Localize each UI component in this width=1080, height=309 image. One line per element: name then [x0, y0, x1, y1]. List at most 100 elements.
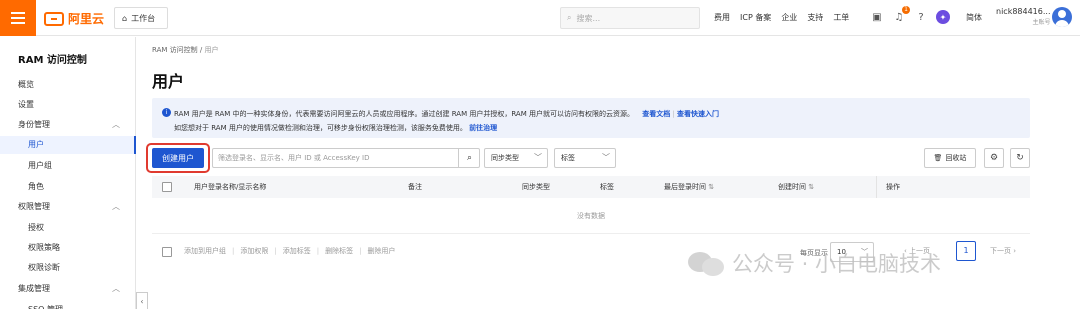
breadcrumb-users: 用户: [204, 46, 219, 54]
sync-type-label: 同步类型: [491, 154, 519, 162]
sidebar-group-integration[interactable]: 集成管理 ︿: [18, 280, 136, 298]
divider: |: [359, 247, 362, 255]
sort-icon: ⇅: [708, 183, 715, 191]
column-login-name: 用户登录名称/显示名称: [194, 183, 267, 191]
chevron-up-icon: ︿: [112, 120, 120, 129]
workbench-button[interactable]: ⌂ 工作台: [114, 7, 168, 29]
nav-billing[interactable]: 费用: [714, 12, 730, 23]
tag-select[interactable]: 标签 ﹀: [554, 148, 616, 168]
next-page-label: 下一页: [990, 247, 1011, 255]
search-placeholder: 搜索...: [576, 13, 601, 23]
delete-user-button[interactable]: 删除用户: [367, 246, 395, 256]
top-bar: 阿里云 ⌂ 工作台 ⌕ 搜索... 费用 ICP 备案 企业 支持 工单 ▣ ♫…: [0, 0, 1080, 36]
filter-input[interactable]: 筛选登录名、显示名、用户 ID 或 AccessKey ID: [212, 148, 480, 168]
table-header: 用户登录名称/显示名称 备注 同步类型 标签 最后登录时间 ⇅ 创建时间 ⇅ 操…: [152, 176, 1030, 198]
notice-line-1: RAM 用户是 RAM 中的一种实体身份，代表需要访问阿里云的人员或应用程序。通…: [174, 109, 719, 119]
aliyun-logo-mark: [44, 11, 64, 26]
chevron-down-icon: ﹀: [534, 153, 542, 162]
assistant-icon[interactable]: ✦: [936, 10, 950, 24]
bulk-select-checkbox[interactable]: [162, 247, 172, 257]
sidebar-collapse-button[interactable]: ‹: [136, 292, 148, 309]
column-last-login[interactable]: 最后登录时间 ⇅: [664, 182, 714, 192]
chevron-up-icon: ︿: [112, 202, 120, 211]
user-name: nick884416...: [996, 7, 1051, 16]
divider: |: [316, 247, 320, 255]
sidebar-title: RAM 访问控制: [18, 55, 87, 66]
help-icon[interactable]: ?: [914, 10, 928, 24]
sidebar-item-grants[interactable]: 授权: [0, 219, 118, 237]
watermark-text: 公众号 · 小白电脑技术: [732, 252, 942, 276]
menu-icon[interactable]: [0, 0, 36, 36]
user-account[interactable]: nick884416... 主账号: [996, 6, 1051, 28]
nav-icp[interactable]: ICP 备案: [740, 12, 771, 23]
sidebar-item-policies[interactable]: 权限策略: [0, 239, 118, 257]
language-switch[interactable]: 简体: [966, 12, 982, 23]
next-page-button[interactable]: 下一页 ›: [990, 246, 1016, 256]
select-all-checkbox[interactable]: [162, 182, 172, 192]
chevron-down-icon: ﹀: [602, 153, 610, 162]
breadcrumb-ram[interactable]: RAM 访问控制: [152, 46, 198, 54]
bell-icon[interactable]: ♫ 1: [892, 6, 910, 24]
sidebar-item-roles[interactable]: 角色: [0, 178, 118, 196]
column-created-label: 创建时间: [778, 183, 806, 191]
settings-icon[interactable]: ⚙: [984, 148, 1004, 168]
column-actions: 操作: [886, 183, 900, 191]
aliyun-logo[interactable]: 阿里云: [44, 10, 104, 27]
info-icon: i: [162, 108, 171, 117]
avatar[interactable]: [1052, 7, 1072, 27]
sidebar-group-identity[interactable]: 身份管理 ︿: [18, 116, 136, 134]
governance-link[interactable]: 前往治理: [469, 124, 497, 132]
quickstart-link[interactable]: 查看快速入门: [677, 110, 719, 118]
divider: |: [274, 247, 277, 255]
page-number[interactable]: 1: [956, 241, 976, 261]
sidebar-group-label: 集成管理: [18, 284, 50, 293]
notice-text-1: RAM 用户是 RAM 中的一种实体身份，代表需要访问阿里云的人员或应用程序。通…: [174, 110, 634, 118]
column-created[interactable]: 创建时间 ⇅: [778, 182, 814, 192]
sidebar-item-diagnosis[interactable]: 权限诊断: [0, 259, 118, 277]
view-docs-link[interactable]: 查看文档: [642, 110, 670, 118]
sidebar-item-settings[interactable]: 设置: [18, 96, 136, 114]
tag-label: 标签: [561, 154, 575, 162]
nav-enterprise[interactable]: 企业: [781, 12, 797, 23]
sidebar-group-permissions[interactable]: 权限管理 ︿: [18, 198, 136, 216]
search-icon: ⌕: [567, 13, 572, 22]
info-notice: i RAM 用户是 RAM 中的一种实体身份，代表需要访问阿里云的人员或应用程序…: [152, 98, 1030, 138]
top-icons: ▣ ♫ 1 ? ✦: [870, 6, 950, 24]
sidebar: RAM 访问控制 概览 设置 身份管理 ︿ 用户 用户组 角色 权限管理 ︿ 授…: [0, 37, 136, 309]
refresh-icon[interactable]: ↻: [1010, 148, 1030, 168]
column-tags: 标签: [600, 183, 614, 191]
add-permission-button[interactable]: 添加权限: [240, 246, 268, 256]
column-last-login-label: 最后登录时间: [664, 183, 706, 191]
add-tag-button[interactable]: 添加标签: [283, 246, 311, 256]
brand-name: 阿里云: [68, 12, 105, 26]
add-to-group-button[interactable]: 添加到用户组: [184, 246, 226, 256]
sidebar-group-label: 权限管理: [18, 202, 50, 211]
chevron-up-icon: ︿: [112, 284, 120, 293]
nav-support[interactable]: 支持: [807, 12, 823, 23]
bulk-actions: 添加到用户组 | 添加权限 | 添加标签 | 删除标签 | 删除用户: [184, 246, 395, 256]
column-sync-type: 同步类型: [522, 183, 550, 191]
terminal-icon[interactable]: ▣: [870, 10, 884, 24]
sidebar-item-user-groups[interactable]: 用户组: [0, 157, 118, 175]
sync-type-select[interactable]: 同步类型 ﹀: [484, 148, 548, 168]
divider: |: [232, 247, 235, 255]
column-remark: 备注: [408, 183, 422, 191]
search-icon[interactable]: ⌕: [458, 148, 480, 168]
sort-icon: ⇅: [808, 183, 815, 191]
nav-ticket[interactable]: 工单: [833, 12, 849, 23]
sidebar-item-sso[interactable]: SSO 管理: [0, 301, 118, 309]
global-search-input[interactable]: ⌕ 搜索...: [560, 7, 700, 29]
watermark: 公众号 · 小白电脑技术: [688, 248, 941, 278]
recycle-bin-label: 回收站: [945, 154, 967, 162]
breadcrumb: RAM 访问控制 / 用户: [152, 45, 218, 55]
column-divider: [876, 176, 877, 198]
page-title: 用户: [152, 72, 185, 91]
remove-tag-button[interactable]: 删除标签: [325, 246, 353, 256]
empty-state: 没有数据: [152, 198, 1030, 234]
home-icon: ⌂: [122, 13, 128, 23]
recycle-bin-button[interactable]: 🗑 回收站: [924, 148, 976, 168]
sidebar-item-users[interactable]: 用户: [0, 136, 136, 154]
sidebar-item-overview[interactable]: 概览: [18, 76, 136, 94]
top-nav: 费用 ICP 备案 企业 支持 工单: [714, 12, 849, 23]
notification-badge: 1: [902, 6, 910, 14]
